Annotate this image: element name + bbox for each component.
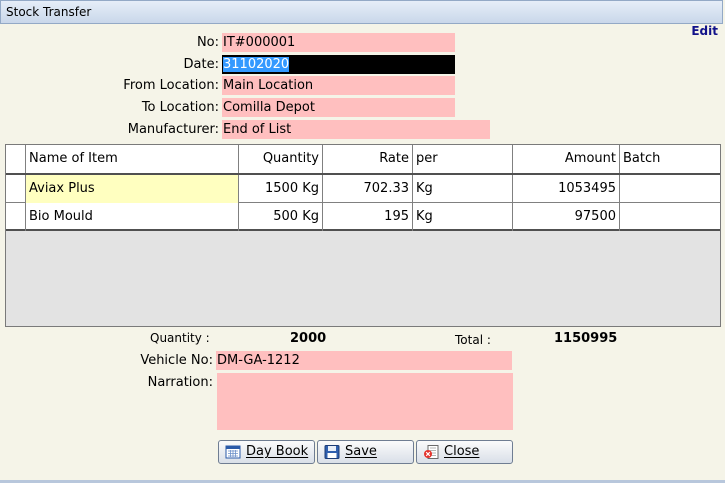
total-amount-value: 1150995 xyxy=(554,331,618,346)
date-label: Date: xyxy=(183,57,219,72)
manufacturer-label: Manufacturer: xyxy=(127,122,219,137)
cell-amount[interactable]: 97500 xyxy=(513,203,620,231)
title-bar: Stock Transfer xyxy=(0,0,723,24)
cell-per[interactable]: Kg xyxy=(413,203,513,231)
cell-per[interactable]: Kg xyxy=(413,175,513,203)
manufacturer-field[interactable]: End of List xyxy=(222,120,490,139)
cell-batch[interactable] xyxy=(620,203,720,231)
total-quantity-value: 2000 xyxy=(290,331,327,346)
table-row[interactable]: Aviax Plus 1500 Kg 702.33 Kg 1053495 xyxy=(6,175,720,203)
grid-header: Name of Item Quantity Rate per Amount Ba… xyxy=(6,145,720,175)
window-title: Stock Transfer xyxy=(6,5,92,19)
cell-rate[interactable]: 195 xyxy=(323,203,413,231)
total-quantity-label: Quantity : xyxy=(150,331,210,345)
save-button[interactable]: Save xyxy=(317,440,414,464)
close-button[interactable]: Close xyxy=(416,440,513,464)
cell-rate[interactable]: 702.33 xyxy=(323,175,413,203)
col-per[interactable]: per xyxy=(413,145,513,173)
vehicle-label: Vehicle No: xyxy=(140,353,213,368)
mode-indicator: Edit xyxy=(691,24,718,38)
to-location-field[interactable]: Comilla Depot xyxy=(222,98,455,117)
from-location-label: From Location: xyxy=(123,78,219,93)
row-selector[interactable] xyxy=(6,175,26,203)
row-selector[interactable] xyxy=(6,203,26,231)
close-document-icon xyxy=(424,445,439,459)
col-rate[interactable]: Rate xyxy=(323,145,413,173)
cell-name[interactable]: Bio Mould xyxy=(26,203,239,231)
col-batch[interactable]: Batch xyxy=(620,145,720,173)
narration-field[interactable] xyxy=(217,373,513,430)
cell-name[interactable]: Aviax Plus xyxy=(26,175,239,203)
col-quantity[interactable]: Quantity xyxy=(239,145,323,173)
total-amount-label: Total : xyxy=(455,333,491,347)
cell-batch[interactable] xyxy=(620,175,720,203)
date-selected-text: 31102020 xyxy=(223,57,290,72)
cell-quantity[interactable]: 500 Kg xyxy=(239,203,323,231)
no-field[interactable]: IT#000001 xyxy=(222,33,455,52)
narration-label: Narration: xyxy=(147,375,213,390)
cell-amount[interactable]: 1053495 xyxy=(513,175,620,203)
day-book-label: Day Book xyxy=(246,444,309,459)
from-location-field[interactable]: Main Location xyxy=(222,76,455,95)
save-label: Save xyxy=(345,444,377,459)
calendar-icon xyxy=(225,445,241,459)
day-book-button[interactable]: Day Book xyxy=(218,440,315,464)
table-row[interactable]: Bio Mould 500 Kg 195 Kg 97500 xyxy=(6,203,720,231)
date-field[interactable]: 31102020 xyxy=(222,55,455,74)
no-label: No: xyxy=(196,35,219,50)
items-grid[interactable]: Name of Item Quantity Rate per Amount Ba… xyxy=(5,144,721,327)
row-selector-header xyxy=(6,145,26,173)
col-amount[interactable]: Amount xyxy=(513,145,620,173)
floppy-disk-icon xyxy=(324,445,340,459)
cell-quantity[interactable]: 1500 Kg xyxy=(239,175,323,203)
to-location-label: To Location: xyxy=(141,100,219,115)
close-label: Close xyxy=(444,444,480,459)
vehicle-field[interactable]: DM-GA-1212 xyxy=(216,351,512,370)
col-name-of-item[interactable]: Name of Item xyxy=(26,145,239,173)
